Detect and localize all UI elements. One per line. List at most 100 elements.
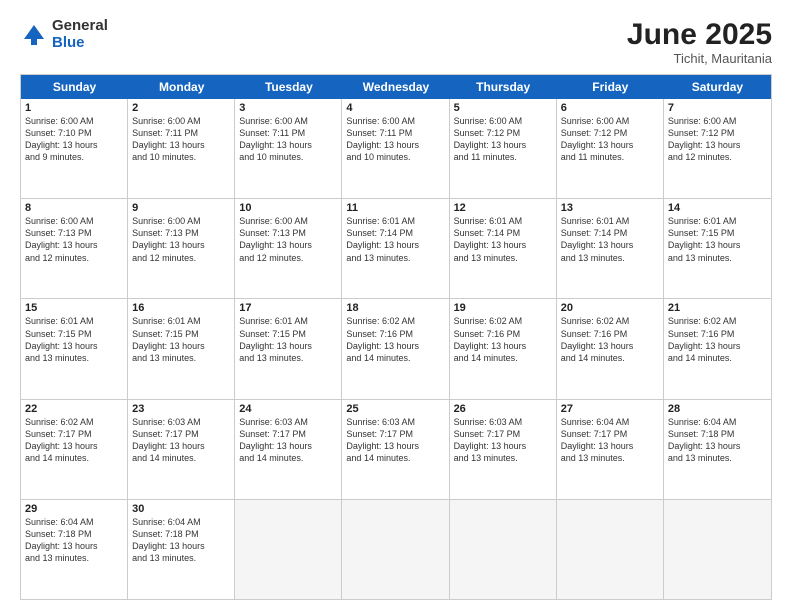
day-number: 8 xyxy=(25,202,123,214)
cal-cell: 18Sunrise: 6:02 AM Sunset: 7:16 PM Dayli… xyxy=(342,299,449,398)
cal-cell: 5Sunrise: 6:00 AM Sunset: 7:12 PM Daylig… xyxy=(450,99,557,198)
calendar-row-2: 15 Sunrise: 6:01 AM Sunset: 7:15 PM Dayli… xyxy=(21,299,771,399)
cal-cell: 16Sunrise: 6:01 AM Sunset: 7:15 PM Dayli… xyxy=(128,299,235,398)
header: General Blue June 2025 Tichit, Mauritani… xyxy=(20,18,772,66)
cal-cell: 1Sunrise: 6:00 AM Sunset: 7:10 PM Daylig… xyxy=(21,99,128,198)
cal-cell: 17Sunrise: 6:01 AM Sunset: 7:15 PM Dayli… xyxy=(235,299,342,398)
cal-cell: 28Sunrise: 6:04 AM Sunset: 7:18 PM Dayli… xyxy=(664,400,771,499)
day-number: 5 xyxy=(454,102,552,114)
logo-icon xyxy=(20,21,48,49)
calendar-row-1: 8Sunrise: 6:00 AM Sunset: 7:13 PM Daylig… xyxy=(21,199,771,299)
cell-info: Sunrise: 6:03 AM Sunset: 7:17 PM Dayligh… xyxy=(454,416,552,465)
header-day-thursday: Thursday xyxy=(450,75,557,99)
cal-cell: 8Sunrise: 6:00 AM Sunset: 7:13 PM Daylig… xyxy=(21,199,128,298)
cell-info: Sunrise: 6:03 AM Sunset: 7:17 PM Dayligh… xyxy=(346,416,444,465)
cell-info: Sunrise: 6:00 AM Sunset: 7:11 PM Dayligh… xyxy=(239,115,337,164)
day-number: 21 xyxy=(668,302,767,314)
header-day-monday: Monday xyxy=(128,75,235,99)
cal-cell xyxy=(342,500,449,599)
calendar: SundayMondayTuesdayWednesdayThursdayFrid… xyxy=(20,74,772,600)
calendar-row-0: 1Sunrise: 6:00 AM Sunset: 7:10 PM Daylig… xyxy=(21,99,771,199)
day-number: 19 xyxy=(454,302,552,314)
calendar-header: SundayMondayTuesdayWednesdayThursdayFrid… xyxy=(21,75,771,99)
calendar-body: 1Sunrise: 6:00 AM Sunset: 7:10 PM Daylig… xyxy=(21,99,771,599)
cal-cell: 6Sunrise: 6:00 AM Sunset: 7:12 PM Daylig… xyxy=(557,99,664,198)
cell-info: Sunrise: 6:01 AM Sunset: 7:15 PM Dayligh… xyxy=(668,215,767,264)
cal-cell xyxy=(664,500,771,599)
cal-cell xyxy=(450,500,557,599)
cell-info: Sunrise: 6:02 AM Sunset: 7:16 PM Dayligh… xyxy=(668,315,767,364)
day-number: 7 xyxy=(668,102,767,114)
day-number: 23 xyxy=(132,403,230,415)
day-number: 22 xyxy=(25,403,123,415)
cal-cell: 2Sunrise: 6:00 AM Sunset: 7:11 PM Daylig… xyxy=(128,99,235,198)
cal-cell: 3Sunrise: 6:00 AM Sunset: 7:11 PM Daylig… xyxy=(235,99,342,198)
cell-info: Sunrise: 6:01 AM Sunset: 7:14 PM Dayligh… xyxy=(346,215,444,264)
cal-cell: 9Sunrise: 6:00 AM Sunset: 7:13 PM Daylig… xyxy=(128,199,235,298)
day-number: 12 xyxy=(454,202,552,214)
cell-info: Sunrise: 6:04 AM Sunset: 7:18 PM Dayligh… xyxy=(668,416,767,465)
day-number: 26 xyxy=(454,403,552,415)
day-number: 25 xyxy=(346,403,444,415)
cell-info: Sunrise: 6:04 AM Sunset: 7:18 PM Dayligh… xyxy=(25,516,123,565)
cal-cell: 20Sunrise: 6:02 AM Sunset: 7:16 PM Dayli… xyxy=(557,299,664,398)
cell-info: Sunrise: 6:00 AM Sunset: 7:13 PM Dayligh… xyxy=(132,215,230,264)
day-number: 6 xyxy=(561,102,659,114)
day-number: 18 xyxy=(346,302,444,314)
logo-text: General Blue xyxy=(52,18,108,51)
day-number: 14 xyxy=(668,202,767,214)
cal-cell: 11Sunrise: 6:01 AM Sunset: 7:14 PM Dayli… xyxy=(342,199,449,298)
cell-info: Sunrise: 6:04 AM Sunset: 7:18 PM Dayligh… xyxy=(132,516,230,565)
month-title: June 2025 xyxy=(627,18,772,51)
cell-info: Sunrise: 6:00 AM Sunset: 7:13 PM Dayligh… xyxy=(239,215,337,264)
cell-info: Sunrise: 6:00 AM Sunset: 7:12 PM Dayligh… xyxy=(668,115,767,164)
cal-cell: 21Sunrise: 6:02 AM Sunset: 7:16 PM Dayli… xyxy=(664,299,771,398)
cal-cell: 10Sunrise: 6:00 AM Sunset: 7:13 PM Dayli… xyxy=(235,199,342,298)
page: General Blue June 2025 Tichit, Mauritani… xyxy=(0,0,792,612)
day-number: 11 xyxy=(346,202,444,214)
day-number: 17 xyxy=(239,302,337,314)
calendar-row-3: 22Sunrise: 6:02 AM Sunset: 7:17 PM Dayli… xyxy=(21,400,771,500)
cell-info: Sunrise: 6:02 AM Sunset: 7:16 PM Dayligh… xyxy=(454,315,552,364)
cal-cell: 14Sunrise: 6:01 AM Sunset: 7:15 PM Dayli… xyxy=(664,199,771,298)
day-number: 2 xyxy=(132,102,230,114)
cell-info: Sunrise: 6:00 AM Sunset: 7:13 PM Dayligh… xyxy=(25,215,123,264)
header-day-friday: Friday xyxy=(557,75,664,99)
cal-cell: 15Sunrise: 6:01 AM Sunset: 7:15 PM Dayli… xyxy=(21,299,128,398)
day-number: 29 xyxy=(25,503,123,515)
logo-blue: Blue xyxy=(52,35,108,52)
cell-info: Sunrise: 6:00 AM Sunset: 7:11 PM Dayligh… xyxy=(346,115,444,164)
cell-info: Sunrise: 6:01 AM Sunset: 7:15 PM Dayligh… xyxy=(239,315,337,364)
cell-info: Sunrise: 6:00 AM Sunset: 7:10 PM Dayligh… xyxy=(25,115,123,164)
day-number: 13 xyxy=(561,202,659,214)
cal-cell xyxy=(235,500,342,599)
header-day-tuesday: Tuesday xyxy=(235,75,342,99)
day-number: 3 xyxy=(239,102,337,114)
cal-cell: 24Sunrise: 6:03 AM Sunset: 7:17 PM Dayli… xyxy=(235,400,342,499)
cal-cell: 12Sunrise: 6:01 AM Sunset: 7:14 PM Dayli… xyxy=(450,199,557,298)
logo-general: General xyxy=(52,18,108,35)
cell-info: Sunrise: 6:00 AM Sunset: 7:11 PM Dayligh… xyxy=(132,115,230,164)
day-number: 15 xyxy=(25,302,123,314)
cell-info: Sunrise: 6:02 AM Sunset: 7:17 PM Dayligh… xyxy=(25,416,123,465)
cell-info: Sunrise: 6:02 AM Sunset: 7:16 PM Dayligh… xyxy=(561,315,659,364)
cal-cell: 25Sunrise: 6:03 AM Sunset: 7:17 PM Dayli… xyxy=(342,400,449,499)
day-number: 16 xyxy=(132,302,230,314)
cal-cell: 23Sunrise: 6:03 AM Sunset: 7:17 PM Dayli… xyxy=(128,400,235,499)
day-number: 28 xyxy=(668,403,767,415)
day-number: 20 xyxy=(561,302,659,314)
day-number: 30 xyxy=(132,503,230,515)
cal-cell: 30Sunrise: 6:04 AM Sunset: 7:18 PM Dayli… xyxy=(128,500,235,599)
day-number: 1 xyxy=(25,102,123,114)
day-number: 4 xyxy=(346,102,444,114)
cal-cell: 27Sunrise: 6:04 AM Sunset: 7:17 PM Dayli… xyxy=(557,400,664,499)
calendar-row-4: 29Sunrise: 6:04 AM Sunset: 7:18 PM Dayli… xyxy=(21,500,771,599)
cal-cell xyxy=(557,500,664,599)
cell-info: Sunrise: 6:01 AM Sunset: 7:14 PM Dayligh… xyxy=(454,215,552,264)
day-number: 9 xyxy=(132,202,230,214)
header-day-sunday: Sunday xyxy=(21,75,128,99)
day-number: 24 xyxy=(239,403,337,415)
cal-cell: 29Sunrise: 6:04 AM Sunset: 7:18 PM Dayli… xyxy=(21,500,128,599)
day-number: 27 xyxy=(561,403,659,415)
cal-cell: 19Sunrise: 6:02 AM Sunset: 7:16 PM Dayli… xyxy=(450,299,557,398)
